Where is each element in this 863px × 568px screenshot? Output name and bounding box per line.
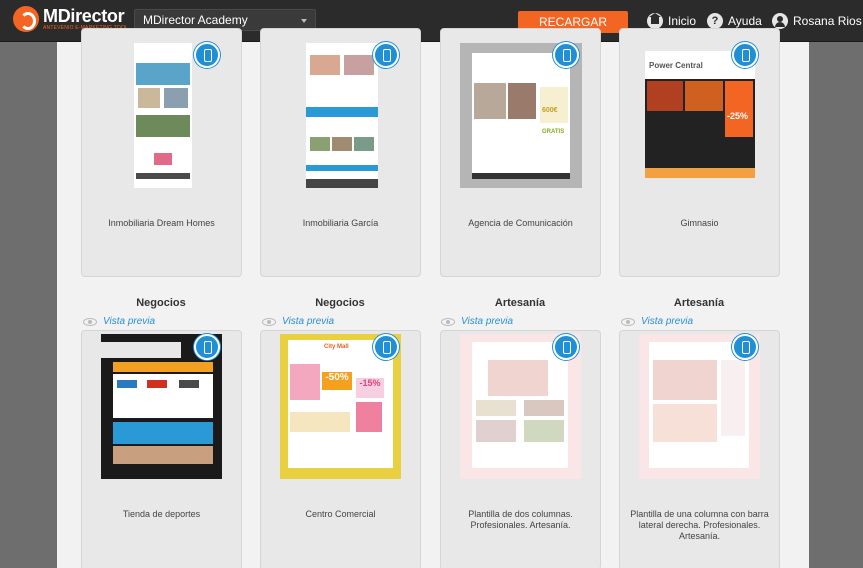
- nav-help-label: Ayuda: [728, 14, 762, 28]
- preview-label: Vista previa: [103, 316, 156, 327]
- template-card[interactable]: Plantilla de una columna con barra later…: [619, 330, 780, 568]
- template-thumbnail: [134, 43, 192, 188]
- template-card[interactable]: Inmobiliaria Dream Homes: [81, 28, 242, 277]
- chevron-down-icon: [301, 19, 307, 23]
- template-thumbnail: Power Central -25%: [645, 51, 755, 178]
- preview-label: Vista previa: [282, 316, 335, 327]
- template-card[interactable]: City Mall -50% -15% Centro Comercial: [260, 330, 421, 568]
- preview-link[interactable]: Vista previa: [621, 316, 693, 327]
- mall-discount-2: -15%: [356, 378, 384, 398]
- category-title: Artesanía: [673, 297, 725, 309]
- template-card[interactable]: 600€ GRATIS Agencia de Comunicación: [440, 28, 601, 277]
- category-title: Negocios: [315, 297, 365, 309]
- nav-home-label: Inicio: [668, 14, 697, 28]
- eye-icon: [262, 317, 276, 326]
- eye-icon: [621, 317, 635, 326]
- mall-discount-1: -50%: [322, 372, 352, 390]
- template-card[interactable]: Inmobiliaria García: [260, 28, 421, 277]
- preview-link[interactable]: Vista previa: [441, 316, 513, 327]
- mobile-responsive-icon: [732, 334, 758, 360]
- template-name: Tienda de deportes: [122, 509, 201, 519]
- nav-user[interactable]: Rosana Rios: [772, 13, 862, 29]
- template-thumbnail: [306, 43, 378, 188]
- logo-name: MDirector: [43, 6, 125, 26]
- eye-icon: [441, 317, 455, 326]
- gym-discount: -25%: [727, 111, 749, 121]
- preview-label: Vista previa: [641, 316, 694, 327]
- template-name: Gimnasio: [680, 218, 719, 228]
- mobile-responsive-icon: [373, 334, 399, 360]
- mobile-responsive-icon: [194, 334, 220, 360]
- category-title: Artesanía: [494, 297, 546, 309]
- home-icon: [647, 13, 663, 29]
- help-icon: ?: [707, 13, 723, 29]
- nav-user-label: Rosana Rios: [793, 14, 862, 28]
- category-title: Negocios: [136, 297, 186, 309]
- template-name: Centro Comercial: [305, 509, 376, 519]
- template-card[interactable]: Plantilla de dos columnas. Profesionales…: [440, 330, 601, 568]
- gym-brand: Power Central: [649, 61, 703, 70]
- agency-price: 600€: [542, 107, 558, 114]
- template-card[interactable]: Power Central -25% Gimnasio: [619, 28, 780, 277]
- eye-icon: [83, 317, 97, 326]
- user-icon: [772, 13, 788, 29]
- logo-icon: [13, 6, 39, 32]
- template-name: Plantilla de una columna con barra later…: [630, 509, 769, 541]
- mobile-responsive-icon: [373, 42, 399, 68]
- preview-link[interactable]: Vista previa: [83, 316, 155, 327]
- template-name: Inmobiliaria Dream Homes: [108, 218, 215, 228]
- template-card[interactable]: Tienda de deportes: [81, 330, 242, 568]
- mobile-responsive-icon: [553, 42, 579, 68]
- mall-brand: City Mall: [324, 344, 349, 350]
- account-select-value: MDirector Academy: [143, 13, 248, 27]
- mobile-responsive-icon: [553, 334, 579, 360]
- preview-label: Vista previa: [461, 316, 514, 327]
- template-name: Agencia de Comunicación: [468, 218, 573, 228]
- mobile-responsive-icon: [732, 42, 758, 68]
- template-name: Plantilla de dos columnas. Profesionales…: [468, 509, 573, 530]
- mobile-responsive-icon: [194, 42, 220, 68]
- preview-link[interactable]: Vista previa: [262, 316, 334, 327]
- nav-home[interactable]: Inicio: [647, 13, 696, 29]
- nav-help[interactable]: ? Ayuda: [707, 13, 762, 29]
- agency-free: GRATIS: [542, 129, 565, 135]
- template-name: Inmobiliaria García: [302, 218, 379, 228]
